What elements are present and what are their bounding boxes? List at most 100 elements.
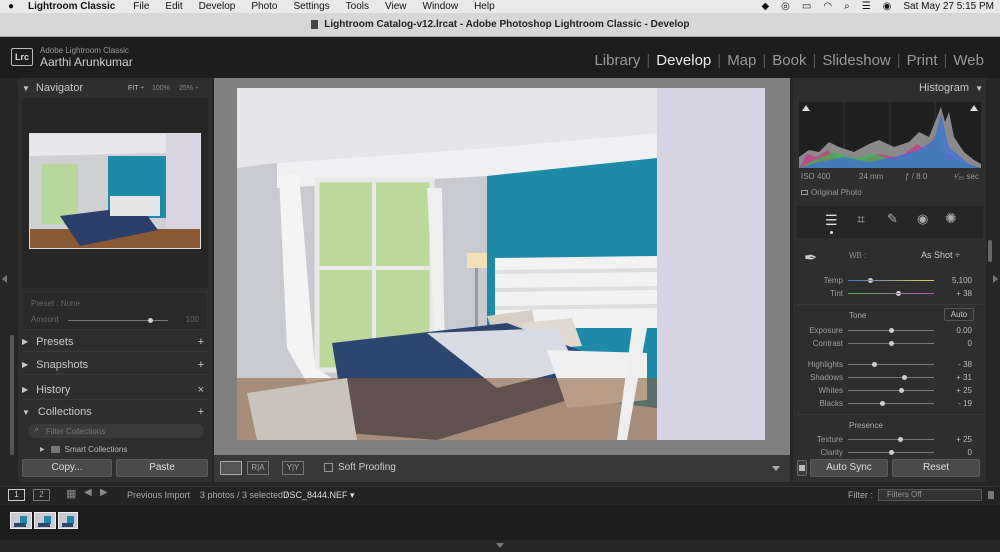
screen-2-button[interactable]: 2	[33, 489, 50, 501]
auto-sync-button[interactable]: Auto Sync	[810, 459, 888, 477]
slider-value-texture[interactable]: + 25	[942, 435, 972, 444]
amount-track[interactable]	[68, 320, 168, 321]
menu-view[interactable]: View	[385, 1, 407, 12]
back-arrow-icon[interactable]: ◀	[84, 487, 92, 498]
history-header[interactable]: ▶ History ×	[22, 380, 208, 400]
menu-tools[interactable]: Tools	[346, 1, 369, 12]
slider-knob-contrast[interactable]	[889, 341, 894, 346]
snapshots-header[interactable]: ▶ Snapshots +	[22, 355, 208, 375]
slider-knob-highlights[interactable]	[871, 362, 877, 367]
dropbox-icon[interactable]: ◆	[761, 1, 769, 12]
zoom-25[interactable]: 25% ÷	[179, 85, 199, 92]
search-icon[interactable]: ⌕	[844, 1, 850, 12]
slider-value-blacks[interactable]: - 19	[942, 399, 972, 408]
module-web[interactable]: Web	[947, 52, 990, 69]
smart-collections-item[interactable]: ▶ Smart Collections	[40, 443, 127, 455]
slider-knob-clarity[interactable]	[889, 450, 894, 455]
add-collection-button[interactable]: +	[198, 406, 204, 418]
reset-button[interactable]: Reset	[892, 459, 980, 477]
slider-knob-exposure[interactable]	[889, 328, 894, 333]
slider-track-shadows[interactable]	[848, 377, 934, 378]
filter-dropdown[interactable]: Filters Off	[878, 489, 982, 501]
menu-settings[interactable]: Settings	[294, 1, 330, 12]
sync-switch[interactable]	[797, 460, 807, 476]
navigator-header[interactable]: ▼ Navigator FIT ÷ 100% 25% ÷	[22, 78, 208, 98]
wifi-icon[interactable]: ◠	[823, 1, 832, 12]
menu-edit[interactable]: Edit	[165, 1, 182, 12]
toolbar-menu-icon[interactable]	[772, 466, 780, 471]
screen-1-button[interactable]: 1	[8, 489, 25, 501]
slider-value-highlights[interactable]: - 38	[942, 360, 972, 369]
presets-header[interactable]: ▶ Presets +	[22, 332, 208, 352]
before-after-icon[interactable]: R|A	[247, 461, 269, 475]
filmstrip-toggle-icon[interactable]	[496, 543, 504, 548]
navigator-preview[interactable]	[22, 98, 208, 288]
right-panel-toggle-icon[interactable]	[993, 275, 998, 283]
navigator-thumbnail[interactable]	[29, 133, 201, 249]
slider-value-temp[interactable]: 5,100	[942, 276, 972, 285]
slider-track-whites[interactable]	[848, 390, 934, 391]
menu-develop[interactable]: Develop	[199, 1, 236, 12]
control-center-icon[interactable]: ☰	[862, 1, 871, 12]
menu-help[interactable]: Help	[474, 1, 495, 12]
slider-value-exposure[interactable]: 0.00	[942, 326, 972, 335]
module-book[interactable]: Book	[766, 52, 812, 69]
menu-window[interactable]: Window	[423, 1, 459, 12]
apple-icon[interactable]: ●	[8, 1, 14, 12]
slider-value-tint[interactable]: + 38	[942, 289, 972, 298]
add-snapshot-button[interactable]: +	[198, 359, 204, 371]
tone-auto-button[interactable]: Auto	[944, 308, 974, 321]
histogram-header[interactable]: Histogram ▼	[797, 78, 983, 98]
slider-knob-shadows[interactable]	[901, 375, 907, 380]
right-scrollbar[interactable]	[988, 240, 992, 262]
left-scrollbar[interactable]	[10, 335, 14, 455]
collections-filter-input[interactable]	[46, 425, 196, 437]
collections-filter[interactable]: ⌕	[28, 424, 204, 438]
grid-view-icon[interactable]: ▦	[66, 487, 76, 500]
highlight-clipping-icon[interactable]	[970, 105, 978, 111]
battery-icon[interactable]: ▭	[802, 1, 811, 12]
slider-track-highlights[interactable]	[848, 364, 934, 365]
edit-sliders-icon[interactable]: ☰	[825, 212, 838, 229]
filmstrip-source[interactable]: Previous Import	[127, 490, 190, 500]
left-panel-toggle-icon[interactable]	[2, 275, 7, 283]
red-eye-icon[interactable]: ◉	[917, 211, 928, 227]
loupe-view-icon[interactable]	[220, 461, 242, 475]
module-slideshow[interactable]: Slideshow	[816, 52, 896, 69]
filmstrip-lock-icon[interactable]	[988, 491, 994, 499]
module-develop[interactable]: Develop	[650, 52, 717, 69]
amount-knob[interactable]	[148, 318, 153, 323]
forward-arrow-icon[interactable]: ▶	[100, 487, 108, 498]
healing-icon[interactable]: ✎	[887, 211, 898, 227]
masking-icon[interactable]: ✺	[945, 210, 957, 227]
bedroom-photo[interactable]	[237, 88, 765, 440]
slider-value-clarity[interactable]: 0	[942, 448, 972, 457]
slider-track-blacks[interactable]	[848, 403, 934, 404]
before-after-swap-icon[interactable]: Y|Y	[282, 461, 304, 475]
shadow-clipping-icon[interactable]	[802, 105, 810, 111]
image-canvas[interactable]	[214, 78, 790, 455]
slider-value-contrast[interactable]: 0	[942, 339, 972, 348]
menu-app-name[interactable]: Lightroom Classic	[28, 1, 115, 12]
wb-dropdown[interactable]: As Shot ÷	[921, 250, 960, 260]
module-library[interactable]: Library	[588, 52, 646, 69]
slider-value-whites[interactable]: + 25	[942, 386, 972, 395]
zoom-fit[interactable]: FIT ÷	[128, 85, 144, 92]
wb-picker-icon[interactable]: ✒	[804, 248, 817, 268]
menu-photo[interactable]: Photo	[251, 1, 277, 12]
filmstrip-thumbnail[interactable]	[34, 512, 56, 529]
slider-value-shadows[interactable]: + 31	[942, 373, 972, 382]
slider-track-texture[interactable]	[848, 439, 934, 440]
collections-header[interactable]: ▼ Collections +	[22, 402, 208, 422]
crop-icon[interactable]: ⌗	[857, 211, 865, 228]
siri-icon[interactable]: ◉	[883, 1, 892, 12]
soft-proofing-checkbox[interactable]	[324, 463, 333, 472]
creative-cloud-icon[interactable]: ◎	[781, 1, 790, 12]
histogram[interactable]	[799, 102, 981, 168]
clear-history-button[interactable]: ×	[198, 384, 204, 396]
paste-button[interactable]: Paste	[116, 459, 208, 477]
module-map[interactable]: Map	[721, 52, 762, 69]
filmstrip-filename[interactable]: DSC_8444.NEF ▾	[283, 490, 355, 501]
filmstrip-thumbnail[interactable]	[58, 512, 78, 529]
filmstrip-thumbnail[interactable]	[10, 512, 32, 529]
